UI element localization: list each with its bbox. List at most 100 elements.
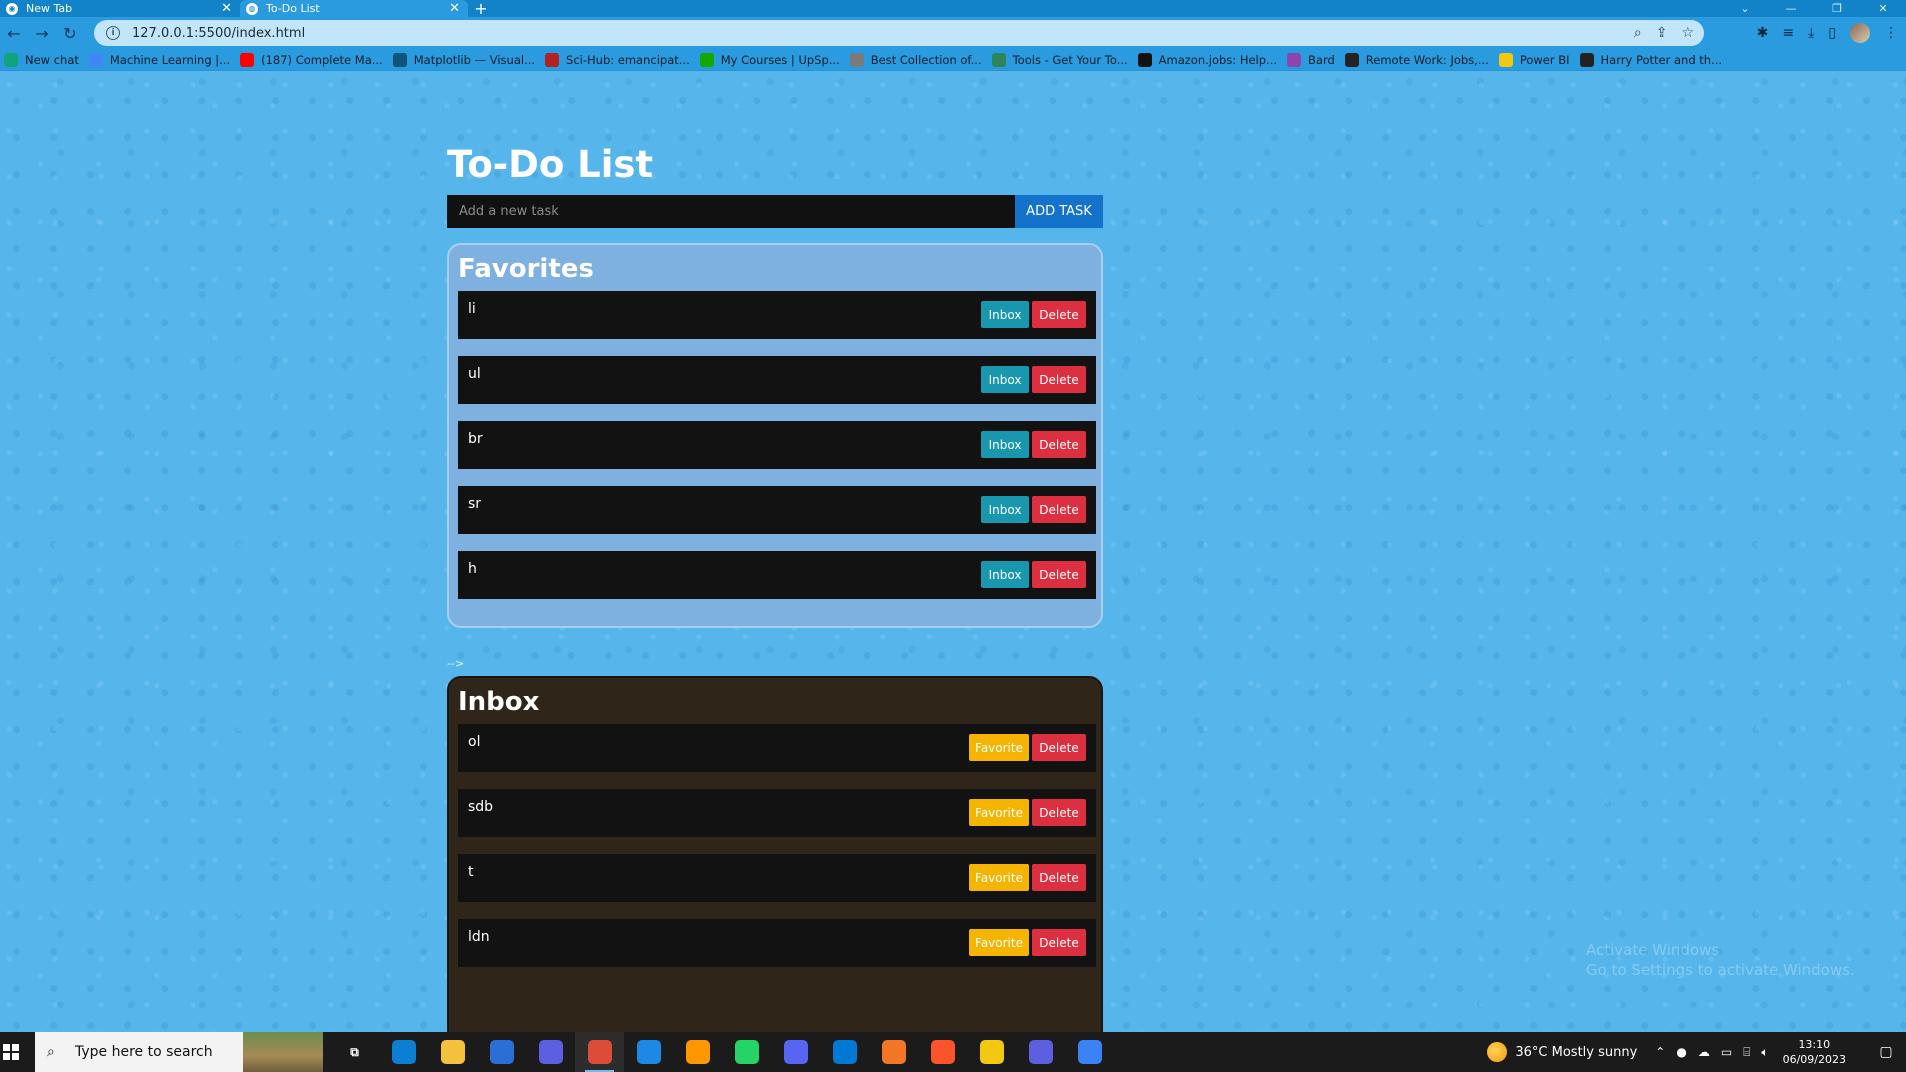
taskbar-app[interactable]: [820, 1032, 869, 1072]
extensions-icon[interactable]: ✱: [1757, 25, 1769, 41]
taskbar-app[interactable]: [967, 1032, 1016, 1072]
bookmark-star-icon[interactable]: ☆: [1681, 25, 1694, 41]
download-icon[interactable]: ⤓: [1808, 25, 1814, 41]
stray-text: -->: [447, 657, 465, 670]
tab-new-tab[interactable]: ◉ New Tab ✕: [0, 0, 240, 17]
app-tray-icon[interactable]: ●: [1676, 1045, 1686, 1060]
tab-title: To-Do List: [266, 2, 320, 15]
bookmark-item[interactable]: Tools - Get Your To...: [990, 52, 1136, 67]
delete-button[interactable]: Delete: [1032, 561, 1086, 588]
delete-button[interactable]: Delete: [1032, 431, 1086, 458]
taskbar-app[interactable]: [624, 1032, 673, 1072]
zoom-icon[interactable]: ⌕: [1634, 25, 1642, 41]
bookmark-item[interactable]: Amazon.jobs: Help...: [1136, 52, 1285, 67]
close-window-icon[interactable]: ✕: [1860, 0, 1906, 17]
bookmark-item[interactable]: Bard: [1285, 52, 1343, 67]
close-tab-icon[interactable]: ✕: [221, 1, 232, 16]
taskbar-app[interactable]: [918, 1032, 967, 1072]
bookmark-item[interactable]: Machine Learning |...: [87, 52, 238, 67]
sun-icon: [1487, 1042, 1508, 1062]
page-title: To-Do List: [447, 143, 654, 186]
share-icon[interactable]: ⇪: [1656, 25, 1668, 41]
restore-icon[interactable]: ❐: [1814, 0, 1860, 17]
move-to-inbox-button[interactable]: Inbox: [981, 496, 1029, 523]
weather-widget[interactable]: 36°C Mostly sunny: [1487, 1042, 1637, 1062]
volume-icon[interactable]: 🔈︎: [1761, 1045, 1768, 1060]
move-to-inbox-button[interactable]: Inbox: [981, 431, 1029, 458]
delete-button[interactable]: Delete: [1032, 496, 1086, 523]
task-row: ul Inbox Delete: [458, 356, 1096, 404]
delete-button[interactable]: Delete: [1032, 799, 1086, 826]
app-icon: [538, 1040, 563, 1064]
close-tab-icon[interactable]: ✕: [449, 1, 460, 16]
bookmark-item[interactable]: Matplotlib — Visual...: [391, 52, 543, 67]
move-to-favorites-button[interactable]: Favorite: [969, 864, 1029, 891]
back-icon[interactable]: ←: [0, 19, 28, 47]
task-row: li Inbox Delete: [458, 291, 1096, 339]
taskbar-app[interactable]: [526, 1032, 575, 1072]
bookmark-item[interactable]: (187) Complete Ma...: [238, 52, 391, 67]
move-to-inbox-button[interactable]: Inbox: [981, 366, 1029, 393]
task-row: ol Favorite Delete: [458, 724, 1096, 772]
bookmark-item[interactable]: Remote Work: Jobs,...: [1343, 52, 1497, 67]
menu-icon[interactable]: ⋮: [1884, 25, 1898, 41]
taskbar-app[interactable]: [869, 1032, 918, 1072]
bookmark-item[interactable]: Sci-Hub: emancipat...: [543, 52, 698, 67]
side-panel-icon[interactable]: ▯: [1828, 25, 1836, 41]
taskbar-app[interactable]: [428, 1032, 477, 1072]
delete-button[interactable]: Delete: [1032, 301, 1086, 328]
move-to-favorites-button[interactable]: Favorite: [969, 799, 1029, 826]
delete-button[interactable]: Delete: [1032, 929, 1086, 956]
clock[interactable]: 13:10 06/09/2023: [1783, 1037, 1846, 1067]
bookmark-item[interactable]: Harry Potter and th...: [1578, 52, 1731, 67]
taskbar-app[interactable]: ⧉: [330, 1032, 379, 1072]
taskbar-search[interactable]: ⌕ Type here to search: [35, 1032, 323, 1072]
taskbar-app[interactable]: [1016, 1032, 1065, 1072]
taskbar-app[interactable]: [722, 1032, 771, 1072]
jupyter-icon: [881, 1040, 906, 1064]
bookmark-label: (187) Complete Ma...: [261, 52, 383, 67]
reading-list-icon[interactable]: ≡: [1782, 25, 1794, 41]
tab-todo-list[interactable]: ◍ To-Do List ✕: [240, 0, 468, 17]
profile-avatar[interactable]: [1850, 23, 1870, 43]
minimize-icon[interactable]: —: [1768, 0, 1814, 17]
bookmark-item[interactable]: Best Collection of...: [848, 52, 990, 67]
bookmark-item[interactable]: My Courses | UpSp...: [698, 52, 848, 67]
network-icon[interactable]: ⌸: [1743, 1045, 1750, 1060]
site-info-icon[interactable]: i: [106, 26, 120, 40]
taskbar-app[interactable]: [477, 1032, 526, 1072]
taskbar-app[interactable]: [575, 1032, 624, 1072]
move-to-inbox-button[interactable]: Inbox: [981, 561, 1029, 588]
battery-icon[interactable]: ▭: [1721, 1045, 1732, 1060]
forward-icon[interactable]: →: [28, 19, 56, 47]
vscode-icon: [832, 1040, 857, 1064]
cloud-icon[interactable]: ☁: [1698, 1045, 1710, 1060]
tab-search-icon[interactable]: ⌄: [1722, 0, 1768, 17]
new-task-input[interactable]: [447, 195, 1015, 228]
chevron-up-icon[interactable]: ⌃: [1655, 1045, 1665, 1060]
reload-icon[interactable]: ↻: [56, 19, 84, 47]
add-task-button[interactable]: ADD TASK: [1015, 195, 1103, 228]
taskbar-app[interactable]: [673, 1032, 722, 1072]
delete-button[interactable]: Delete: [1032, 366, 1086, 393]
move-to-favorites-button[interactable]: Favorite: [969, 734, 1029, 761]
search-icon: ⌕: [47, 1044, 55, 1060]
task-label: h: [468, 561, 477, 577]
taskbar-app[interactable]: [379, 1032, 428, 1072]
taskbar-app[interactable]: [1065, 1032, 1114, 1072]
taskbar-app[interactable]: [771, 1032, 820, 1072]
watermark-line-1: Activate Windows: [1586, 941, 1720, 959]
bookmark-item[interactable]: New chat: [2, 52, 87, 67]
bookmark-label: Remote Work: Jobs,...: [1365, 52, 1489, 67]
address-bar[interactable]: i 127.0.0.1:5500/index.html ⌕ ⇪ ☆: [94, 20, 1704, 46]
delete-button[interactable]: Delete: [1032, 864, 1086, 891]
bard-icon: [1287, 52, 1302, 67]
delete-button[interactable]: Delete: [1032, 734, 1086, 761]
start-button[interactable]: [0, 1032, 22, 1072]
favorites-heading: Favorites: [458, 254, 594, 284]
move-to-favorites-button[interactable]: Favorite: [969, 929, 1029, 956]
notifications-icon[interactable]: ▢: [1866, 1032, 1906, 1072]
move-to-inbox-button[interactable]: Inbox: [981, 301, 1029, 328]
new-tab-button[interactable]: +: [468, 0, 494, 18]
bookmark-item[interactable]: Power BI: [1497, 52, 1578, 67]
